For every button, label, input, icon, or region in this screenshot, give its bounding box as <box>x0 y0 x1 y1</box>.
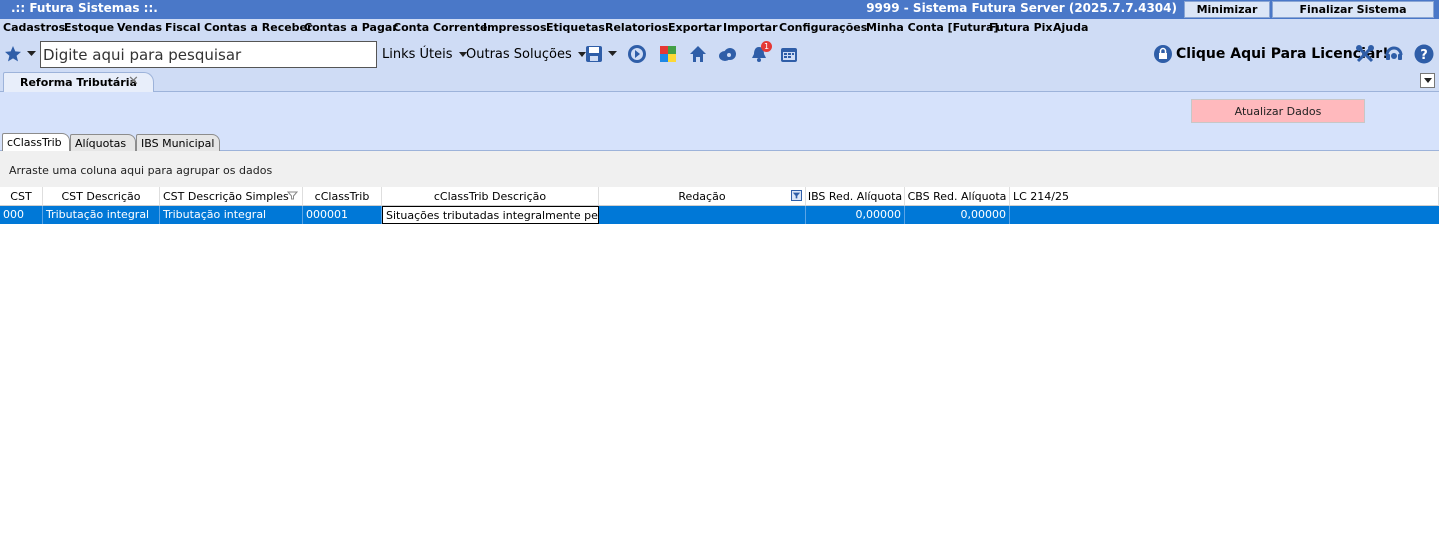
toolbar: Links Úteis Outras Soluções 1 Clique Aqu… <box>0 38 1439 71</box>
menu-etiquetas[interactable]: Etiquetas <box>546 21 605 34</box>
color-palette-icon[interactable] <box>658 44 678 64</box>
search-input[interactable] <box>40 41 377 68</box>
sub-tab-bar: cClassTrib Alíquotas IBS Municipal <box>0 132 1439 152</box>
column-header-cclasstrib-descricao[interactable]: cClassTrib Descrição <box>382 187 599 206</box>
column-header-ibs-red-aliquota[interactable]: IBS Red. Alíquota <box>806 187 905 206</box>
menu-importar[interactable]: Importar <box>723 21 778 34</box>
finalize-system-button[interactable]: Finalizar Sistema <box>1272 1 1434 18</box>
menu-configuracoes[interactable]: Configurações <box>779 21 867 34</box>
column-header-redacao-label: Redação <box>678 190 726 203</box>
atualizar-dados-button[interactable]: Atualizar Dados <box>1191 99 1365 123</box>
links-uteis-label: Links Úteis <box>382 47 453 62</box>
cloud-sync-icon[interactable] <box>717 44 737 64</box>
menu-contas-a-pagar[interactable]: Contas a Pagar <box>304 21 398 34</box>
menu-futura-pix[interactable]: Futura Pix <box>989 21 1053 34</box>
notification-count-badge: 1 <box>761 41 772 52</box>
cell-cst[interactable]: 000 <box>0 206 43 224</box>
cell-redacao[interactable] <box>599 206 806 224</box>
tabs-dropdown-icon[interactable] <box>1420 73 1435 88</box>
column-header-cst-descricao-simples-label: CST Descrição Simples <box>163 190 289 203</box>
outras-solucoes-label: Outras Soluções <box>466 47 572 62</box>
server-title: 9999 - Sistema Futura Server (2025.7.7.4… <box>866 1 1177 15</box>
menu-ajuda[interactable]: Ajuda <box>1053 21 1088 34</box>
tools-icon[interactable] <box>1355 44 1375 64</box>
help-icon[interactable]: ? <box>1414 44 1434 64</box>
support-headset-icon[interactable] <box>1384 44 1404 64</box>
tab-ibs-municipal[interactable]: IBS Municipal <box>136 134 220 152</box>
links-uteis-dropdown[interactable]: Links Úteis <box>382 47 467 62</box>
menu-impressos[interactable]: Impressos <box>483 21 547 34</box>
column-header-redacao[interactable]: Redação <box>599 187 806 206</box>
menu-exportar[interactable]: Exportar <box>668 21 722 34</box>
svg-text:?: ? <box>1420 48 1428 63</box>
cell-lc-214-25[interactable] <box>1010 206 1439 224</box>
close-icon[interactable]: ✕ <box>128 74 139 89</box>
menu-fiscal[interactable]: Fiscal <box>165 21 201 34</box>
app-title: .:: Futura Sistemas ::. <box>11 1 158 15</box>
lock-icon[interactable] <box>1153 44 1173 64</box>
menu-cadastros[interactable]: Cadastros <box>3 21 65 34</box>
group-by-area[interactable]: Arraste uma coluna aqui para agrupar os … <box>0 151 1439 187</box>
menu-minha-conta[interactable]: Minha Conta [Futura] <box>866 21 998 34</box>
column-header-cst-descricao-simples[interactable]: CST Descrição Simples <box>160 187 303 206</box>
save-icon[interactable] <box>584 44 604 64</box>
menu-estoque[interactable]: Estoque <box>64 21 114 34</box>
save-dropdown-icon[interactable] <box>606 44 618 64</box>
cell-cclasstrib-descricao[interactable]: Situações tributadas integralmente pelo … <box>382 206 599 224</box>
filter-icon[interactable] <box>287 190 298 201</box>
tab-cclasstrib[interactable]: cClassTrib <box>2 133 70 152</box>
minimize-button[interactable]: Minimizar <box>1184 1 1270 18</box>
title-bar: .:: Futura Sistemas ::. 9999 - Sistema F… <box>0 0 1439 19</box>
outras-solucoes-dropdown[interactable]: Outras Soluções <box>466 47 586 62</box>
cell-cst-descricao[interactable]: Tributação integral <box>43 206 160 224</box>
cell-cst-descricao-simples[interactable]: Tributação integral <box>160 206 303 224</box>
table-row[interactable]: 000 Tributação integral Tributação integ… <box>0 206 1439 224</box>
tab-reforma-tributaria[interactable]: Reforma Tributária ✕ <box>3 72 154 93</box>
menu-conta-corrente[interactable]: Conta Corrente <box>393 21 487 34</box>
favorites-dropdown-icon[interactable] <box>25 44 37 64</box>
favorites-star-icon[interactable] <box>3 44 23 64</box>
document-tab-bar: Reforma Tributária ✕ <box>0 71 1439 93</box>
column-header-lc-214-25[interactable]: LC 214/25 <box>1010 187 1439 206</box>
menu-relatorios[interactable]: Relatorios <box>605 21 668 34</box>
group-by-hint: Arraste uma coluna aqui para agrupar os … <box>9 164 273 177</box>
home-icon[interactable] <box>688 44 708 64</box>
column-header-cst[interactable]: CST <box>0 187 43 206</box>
menu-contas-a-receber[interactable]: Contas a Receber <box>204 21 312 34</box>
column-header-cst-descricao[interactable]: CST Descrição <box>43 187 160 206</box>
login-arrow-icon[interactable] <box>627 44 647 64</box>
column-header-cclasstrib[interactable]: cClassTrib <box>303 187 382 206</box>
action-panel: Atualizar Dados <box>0 92 1439 132</box>
cell-cbs-red-aliquota[interactable]: 0,00000 <box>905 206 1010 224</box>
active-filter-icon[interactable] <box>791 190 802 201</box>
menu-vendas[interactable]: Vendas <box>117 21 162 34</box>
calendar-icon[interactable] <box>779 44 799 64</box>
column-header-cbs-red-aliquota[interactable]: CBS Red. Alíquota <box>905 187 1010 206</box>
menu-bar: Cadastros Estoque Vendas Fiscal Contas a… <box>0 19 1439 38</box>
cell-cclasstrib[interactable]: 000001 <box>303 206 382 224</box>
cell-ibs-red-aliquota[interactable]: 0,00000 <box>806 206 905 224</box>
tab-aliquotas[interactable]: Alíquotas <box>70 134 136 152</box>
tab-reforma-tributaria-label: Reforma Tributária <box>20 76 137 89</box>
